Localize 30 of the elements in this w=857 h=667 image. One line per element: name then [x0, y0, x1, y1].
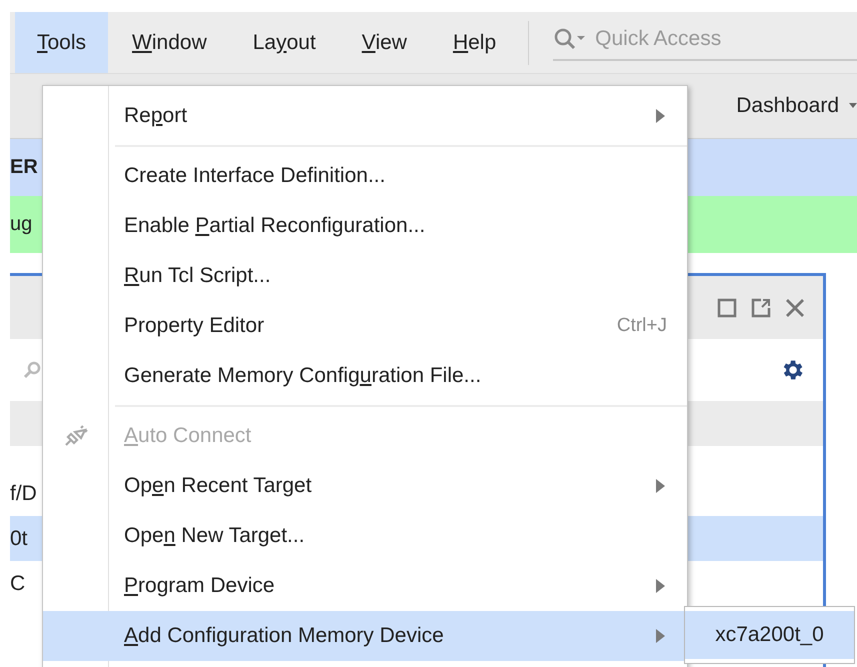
menu-bar-item[interactable]: View — [340, 12, 429, 73]
menu-bar-item[interactable]: Tools — [15, 12, 108, 73]
menu-bar-item[interactable]: Help — [430, 12, 518, 73]
menu-item[interactable]: Report — [43, 91, 687, 141]
shortcut-text: Ctrl+J — [616, 315, 667, 337]
row-text: C — [10, 572, 26, 596]
menu-item[interactable]: xc7a200t_0 — [685, 611, 854, 659]
search-icon[interactable] — [24, 361, 42, 379]
maximize-icon[interactable] — [717, 298, 737, 318]
menu-item[interactable]: Run Tcl Script... — [43, 251, 687, 301]
row-text: 0t — [10, 526, 28, 550]
menu-item[interactable]: Enable Partial Reconfiguration... — [43, 201, 687, 251]
menu-bar-item[interactable]: Window — [110, 12, 229, 73]
menu-item[interactable]: Add Configuration Memory Device — [43, 611, 687, 661]
quick-access-field[interactable]: Quick Access — [595, 26, 776, 50]
menu-item[interactable]: Property Editor Ctrl+J — [43, 301, 687, 351]
menu-bar-item[interactable]: Layout — [230, 12, 338, 73]
banner-text: ER — [10, 156, 38, 179]
search-icon — [553, 26, 588, 50]
caret-icon — [849, 103, 857, 109]
banner-text: ug — [10, 213, 32, 236]
row-text: f/D — [10, 482, 37, 506]
menu-item[interactable]: Generate Memory Configuration File... — [43, 351, 687, 401]
menu-item[interactable]: Open Recent Target — [43, 461, 687, 511]
float-window-icon[interactable] — [751, 298, 771, 318]
menu-item[interactable]: Program Device — [43, 561, 687, 611]
menu-item[interactable]: Open New Target... — [43, 511, 687, 561]
close-icon[interactable] — [785, 298, 805, 318]
dashboard-dropdown[interactable]: Dashboard — [736, 94, 857, 118]
menu-item[interactable]: Create Interface Definition... — [43, 151, 687, 201]
